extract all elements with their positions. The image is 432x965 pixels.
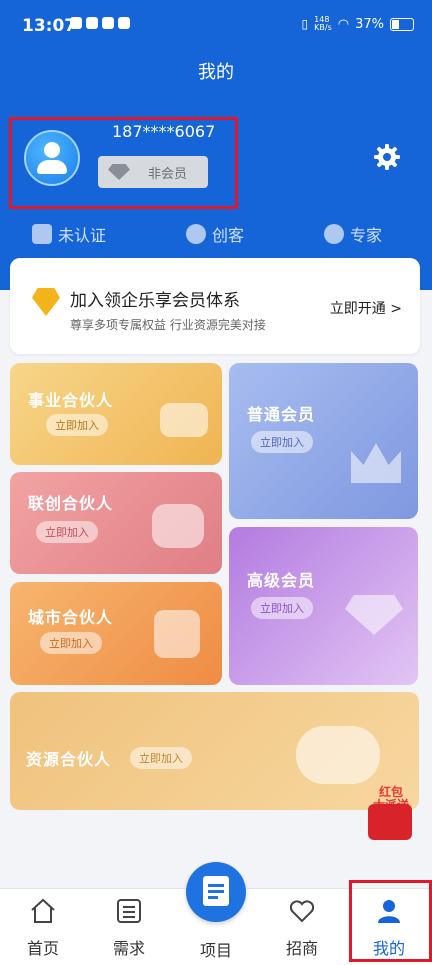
red-packet-bag-icon: [368, 804, 412, 840]
page-title: 我的: [198, 62, 234, 83]
tab-demand-label: 需求: [112, 939, 145, 958]
home-icon: [31, 898, 55, 923]
network-speed: 148 KB/s: [314, 15, 332, 32]
join-card-subtitle: 尊享多项专属权益 行业资源完美对接: [70, 318, 266, 332]
app-icon: [86, 17, 98, 29]
red-packet-line1: 红包: [378, 785, 403, 799]
vibrate-icon: ▯: [301, 17, 309, 31]
avatar-head: [44, 142, 60, 158]
role-expert-label: 专家: [350, 226, 383, 245]
user-phone[interactable]: 187****6067: [112, 122, 215, 141]
tile-resource-partner-join-button[interactable]: 立即加入: [130, 747, 192, 769]
tab-demand[interactable]: 需求: [86, 889, 172, 965]
role-maker[interactable]: 创客: [186, 222, 244, 246]
tile-resource-partner[interactable]: 资源合伙人 立即加入: [10, 692, 419, 810]
tiktok-icon: [70, 17, 82, 29]
wifi-icon: ◠: [337, 16, 350, 32]
battery-percent: 37%: [355, 16, 384, 32]
group-icon: [152, 504, 204, 548]
mail-icon: [102, 17, 114, 29]
project-center-button[interactable]: [186, 862, 246, 922]
tile-business-partner[interactable]: 事业合伙人 立即加入: [10, 363, 222, 465]
red-packet-promo[interactable]: 红包 大派送: [362, 786, 420, 844]
money-bag-people-icon: [296, 726, 380, 784]
tile-regular-member-join-button[interactable]: 立即加入: [251, 431, 313, 453]
expert-icon: [324, 224, 344, 244]
tab-home-label: 首页: [26, 939, 59, 958]
battery-icon: [390, 17, 414, 31]
list-icon: [117, 899, 141, 923]
tile-regular-member[interactable]: 普通会员 立即加入: [229, 363, 418, 519]
enterprise-shield-icon: [32, 224, 52, 244]
tile-city-partner[interactable]: 城市合伙人 立即加入: [10, 582, 222, 685]
tab-merchant[interactable]: 招商: [259, 889, 345, 965]
tile-senior-member-title: 高级会员: [247, 571, 316, 590]
member-status-badge[interactable]: 非会员: [98, 156, 208, 188]
v-diamond-icon: [345, 595, 403, 635]
person-icon: [186, 224, 206, 244]
status-right: ▯ 148 KB/s ◠ 37%: [302, 16, 414, 32]
join-card-title: 加入领企乐享会员体系: [70, 291, 240, 311]
tile-co-founder-partner[interactable]: 联创合伙人 立即加入: [10, 472, 222, 574]
tile-regular-member-title: 普通会员: [247, 405, 316, 424]
vip-diamond-icon: [32, 288, 60, 316]
role-maker-label: 创客: [212, 226, 245, 245]
role-expert[interactable]: 专家: [324, 222, 382, 246]
status-time: 13:07: [22, 16, 77, 36]
heart-handshake-icon: [289, 900, 315, 923]
cloud-icon: [118, 17, 130, 29]
mine-tab-highlight-box: [349, 880, 432, 962]
document-icon: [203, 876, 229, 906]
city-person-icon: [154, 610, 200, 658]
status-bar: 13:07 ▯ 148 KB/s ◠ 37%: [0, 0, 432, 50]
role-row: 未认证 创客 专家: [0, 222, 432, 252]
join-membership-card[interactable]: 加入领企乐享会员体系 尊享多项专属权益 行业资源完美对接 立即开通 >: [10, 258, 420, 354]
tile-senior-member-join-button[interactable]: 立即加入: [251, 597, 313, 619]
open-now-link[interactable]: 立即开通 >: [330, 298, 402, 318]
tile-co-founder-partner-title: 联创合伙人: [28, 494, 114, 513]
tile-business-partner-title: 事业合伙人: [28, 391, 114, 410]
handshake-icon: [160, 403, 208, 437]
tile-co-founder-partner-join-button[interactable]: 立即加入: [36, 521, 98, 543]
role-unverified[interactable]: 未认证: [32, 222, 106, 246]
notification-icons: [70, 17, 130, 29]
tile-resource-partner-title: 资源合伙人: [26, 750, 112, 769]
settings-gear-icon[interactable]: [373, 143, 401, 171]
crown-diamond-icon: [108, 164, 130, 180]
tile-city-partner-title: 城市合伙人: [28, 608, 114, 627]
avatar[interactable]: [24, 130, 80, 186]
role-unverified-label: 未认证: [58, 226, 107, 245]
tile-senior-member[interactable]: 高级会员 立即加入: [229, 527, 418, 685]
tile-business-partner-join-button[interactable]: 立即加入: [46, 414, 108, 436]
avatar-body: [37, 160, 67, 174]
tab-project-label: 项目: [199, 941, 232, 960]
tab-home[interactable]: 首页: [0, 889, 86, 965]
tab-merchant-label: 招商: [285, 939, 318, 958]
crown-icon: [351, 443, 401, 483]
tile-city-partner-join-button[interactable]: 立即加入: [40, 632, 102, 654]
member-status-label: 非会员: [148, 166, 188, 182]
